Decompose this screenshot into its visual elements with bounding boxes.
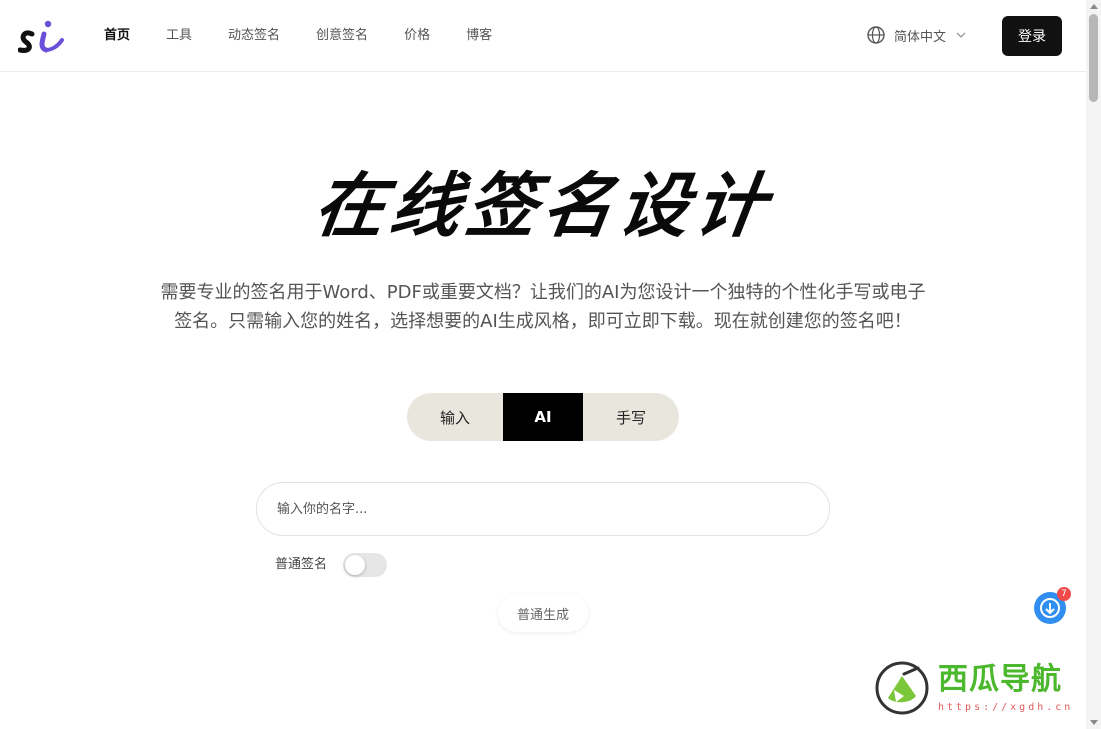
watermark-title: 西瓜导航 (938, 662, 1062, 697)
normal-signature-toggle[interactable] (343, 553, 387, 577)
nav-item-tools[interactable]: 工具 (166, 26, 192, 46)
watermark-url: https://xgdh.cn (938, 702, 1074, 713)
name-input[interactable] (256, 482, 830, 536)
notification-badge: 7 (1057, 587, 1071, 601)
generate-button[interactable]: 普通生成 (498, 594, 588, 632)
watermelon-logo-icon (875, 661, 929, 715)
nav-item-pricing[interactable]: 价格 (404, 26, 430, 46)
scroll-down-icon[interactable] (1090, 720, 1098, 725)
language-selector[interactable]: 简体中文 (866, 25, 966, 45)
tab-type[interactable]: 输入 (407, 393, 503, 441)
tab-ai[interactable]: AI (503, 393, 583, 441)
chevron-down-icon (956, 32, 966, 38)
language-label: 简体中文 (894, 29, 947, 45)
top-header: 首页 工具 动态签名 创意签名 价格 博客 简体中文 登录 (0, 0, 1086, 72)
nav-item-animated-signature[interactable]: 动态签名 (228, 26, 280, 46)
toggle-knob (345, 555, 365, 575)
tab-handwrite[interactable]: 手写 (583, 393, 679, 441)
page-title: 在线签名设计 (309, 164, 777, 247)
globe-icon (867, 26, 885, 44)
si-logo-icon[interactable] (18, 16, 64, 56)
login-button[interactable]: 登录 (1002, 16, 1062, 56)
scroll-up-icon[interactable] (1090, 4, 1098, 9)
normal-signature-label: 普通签名 (275, 557, 328, 572)
nav-item-home[interactable]: 首页 (104, 26, 130, 46)
signature-mode-tabs: 输入 AI 手写 (407, 393, 679, 441)
page-scrollbar[interactable] (1086, 0, 1101, 729)
main-nav: 首页 工具 动态签名 创意签名 价格 博客 (104, 26, 528, 46)
watermark: 西瓜导航 https://xgdh.cn (872, 660, 1082, 720)
hero-description: 需要专业的签名用于Word、PDF或重要文档？让我们的AI为您设计一个独特的个性… (160, 282, 926, 332)
scroll-thumb[interactable] (1089, 14, 1098, 102)
nav-item-blog[interactable]: 博客 (466, 26, 492, 46)
nav-item-creative-signature[interactable]: 创意签名 (316, 26, 368, 46)
